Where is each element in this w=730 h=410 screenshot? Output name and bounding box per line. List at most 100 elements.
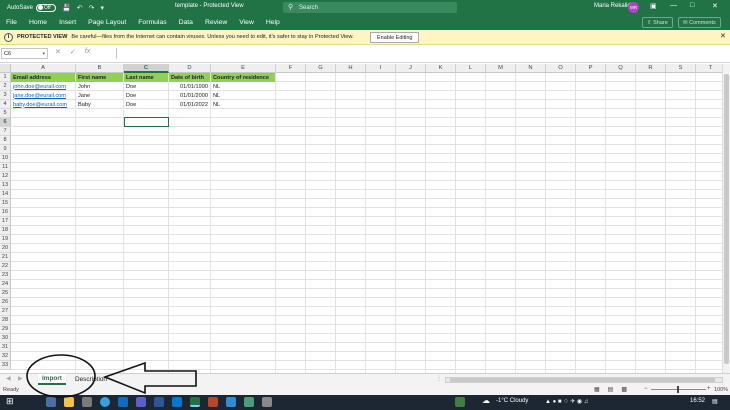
row-header-22[interactable]: 22 bbox=[0, 262, 11, 271]
data-cell[interactable]: Baby bbox=[76, 100, 123, 109]
prev-sheet-icon[interactable]: ◀ bbox=[6, 375, 11, 382]
row-header-6[interactable]: 6 bbox=[0, 118, 11, 127]
data-cell[interactable]: Doe bbox=[124, 82, 168, 91]
row-header-27[interactable]: 27 bbox=[0, 307, 11, 316]
row-header-33[interactable]: 33 bbox=[0, 361, 11, 370]
excel-icon[interactable] bbox=[190, 397, 200, 407]
page-break-view-icon[interactable]: ▩ bbox=[621, 386, 627, 393]
windows-start-icon[interactable]: ⊞ bbox=[6, 396, 16, 406]
notifications-icon[interactable]: ▤ bbox=[712, 398, 718, 405]
row-header-19[interactable]: 19 bbox=[0, 235, 11, 244]
mail-icon[interactable] bbox=[172, 397, 182, 407]
close-icon[interactable]: ✕ bbox=[712, 2, 718, 10]
header-cell[interactable]: Last name bbox=[124, 73, 168, 82]
formula-input[interactable] bbox=[116, 48, 728, 59]
function-icon[interactable]: fx bbox=[85, 48, 90, 56]
header-cell[interactable]: Email address bbox=[11, 73, 75, 82]
column-header-f[interactable]: F bbox=[276, 64, 306, 73]
row-header-20[interactable]: 20 bbox=[0, 244, 11, 253]
name-box[interactable]: C6 ▾ bbox=[1, 48, 48, 59]
scroll-thumb[interactable] bbox=[450, 378, 715, 382]
zoom-level[interactable]: 100% bbox=[714, 387, 728, 393]
outlook-icon[interactable] bbox=[118, 397, 128, 407]
column-header-n[interactable]: N bbox=[516, 64, 546, 73]
column-header-p[interactable]: P bbox=[576, 64, 606, 73]
row-header-3[interactable]: 3 bbox=[0, 91, 11, 100]
row-header-28[interactable]: 28 bbox=[0, 316, 11, 325]
row-header-25[interactable]: 25 bbox=[0, 289, 11, 298]
data-cell[interactable]: John bbox=[76, 82, 123, 91]
file-explorer-icon[interactable] bbox=[64, 397, 74, 407]
column-header-s[interactable]: S bbox=[666, 64, 696, 73]
column-header-a[interactable]: A bbox=[11, 64, 76, 73]
row-header-24[interactable]: 24 bbox=[0, 280, 11, 289]
row-header-23[interactable]: 23 bbox=[0, 271, 11, 280]
save-icon[interactable]: 💾 bbox=[62, 4, 71, 12]
task-view-icon[interactable] bbox=[46, 397, 56, 407]
comments-button[interactable]: ✉ Comments bbox=[678, 17, 721, 28]
horizontal-scrollbar[interactable] bbox=[445, 377, 723, 383]
row-header-10[interactable]: 10 bbox=[0, 154, 11, 163]
zoom-slider-handle[interactable] bbox=[677, 386, 679, 393]
scroll-thumb[interactable] bbox=[724, 74, 729, 364]
ribbon-display-icon[interactable]: ▣ bbox=[650, 2, 657, 10]
row-header-2[interactable]: 2 bbox=[0, 82, 11, 91]
row-header-17[interactable]: 17 bbox=[0, 217, 11, 226]
tab-split-handle[interactable]: ⋮ bbox=[436, 375, 442, 382]
undo-icon[interactable]: ↶ bbox=[77, 4, 83, 12]
header-cell[interactable]: First name bbox=[76, 73, 123, 82]
row-header-13[interactable]: 13 bbox=[0, 181, 11, 190]
row-header-4[interactable]: 4 bbox=[0, 100, 11, 109]
row-header-9[interactable]: 9 bbox=[0, 145, 11, 154]
row-header-8[interactable]: 8 bbox=[0, 136, 11, 145]
row-header-5[interactable]: 5 bbox=[0, 109, 11, 118]
row-header-14[interactable]: 14 bbox=[0, 190, 11, 199]
column-header-j[interactable]: J bbox=[396, 64, 426, 73]
redo-icon[interactable]: ↷ bbox=[89, 4, 95, 12]
column-header-m[interactable]: M bbox=[486, 64, 516, 73]
cancel-icon[interactable]: ✕ bbox=[55, 48, 61, 56]
autosave-toggle[interactable]: Off bbox=[36, 3, 57, 12]
column-header-g[interactable]: G bbox=[306, 64, 336, 73]
email-link-cell[interactable]: jane.doe@eurail.com bbox=[11, 91, 75, 100]
row-header-31[interactable]: 31 bbox=[0, 343, 11, 352]
search-input[interactable]: ⚲ Search bbox=[283, 2, 457, 13]
email-link-cell[interactable]: john.doe@eurail.com bbox=[11, 82, 75, 91]
select-all-corner[interactable] bbox=[0, 64, 11, 73]
data-cell[interactable]: 01/01/2022 bbox=[169, 100, 210, 109]
powerpoint-icon[interactable] bbox=[208, 397, 218, 407]
check-icon[interactable]: ✓ bbox=[70, 48, 76, 56]
app-icon[interactable] bbox=[244, 397, 254, 407]
column-header-t[interactable]: T bbox=[696, 64, 722, 73]
selected-cell[interactable] bbox=[124, 117, 169, 127]
column-header-h[interactable]: H bbox=[336, 64, 366, 73]
row-header-32[interactable]: 32 bbox=[0, 352, 11, 361]
row-header-30[interactable]: 30 bbox=[0, 334, 11, 343]
header-cell[interactable]: Date of birth bbox=[169, 73, 210, 82]
sheet-tab-description[interactable]: Description bbox=[71, 374, 111, 385]
tab-insert[interactable]: Insert bbox=[53, 19, 82, 26]
email-link-cell[interactable]: baby.doe@eurail.com bbox=[11, 100, 75, 109]
column-header-i[interactable]: I bbox=[366, 64, 396, 73]
clock[interactable]: 16:52 bbox=[690, 398, 705, 404]
close-icon[interactable]: ✕ bbox=[720, 32, 726, 40]
column-header-b[interactable]: B bbox=[76, 64, 124, 73]
row-header-1[interactable]: 1 bbox=[0, 73, 11, 82]
app-icon[interactable] bbox=[262, 397, 272, 407]
row-header-29[interactable]: 29 bbox=[0, 325, 11, 334]
chevron-down-icon[interactable]: ▾ bbox=[42, 51, 45, 57]
settings-icon[interactable] bbox=[82, 397, 92, 407]
column-header-l[interactable]: L bbox=[456, 64, 486, 73]
tab-formulas[interactable]: Formulas bbox=[132, 19, 172, 26]
row-header-18[interactable]: 18 bbox=[0, 226, 11, 235]
tab-data[interactable]: Data bbox=[173, 19, 199, 26]
system-tray-icons[interactable]: ▲ ● ■ ♢ ✈ ◉ ♫ bbox=[545, 398, 588, 405]
row-header-12[interactable]: 12 bbox=[0, 172, 11, 181]
app-icon[interactable] bbox=[455, 397, 465, 407]
tab-help[interactable]: Help bbox=[260, 19, 286, 26]
column-header-q[interactable]: Q bbox=[606, 64, 636, 73]
document-title[interactable]: template - Protected View bbox=[175, 3, 244, 9]
normal-view-icon[interactable]: ▦ bbox=[594, 386, 600, 393]
customize-toolbar-icon[interactable]: ▾ bbox=[101, 4, 105, 12]
word-icon[interactable] bbox=[154, 397, 164, 407]
